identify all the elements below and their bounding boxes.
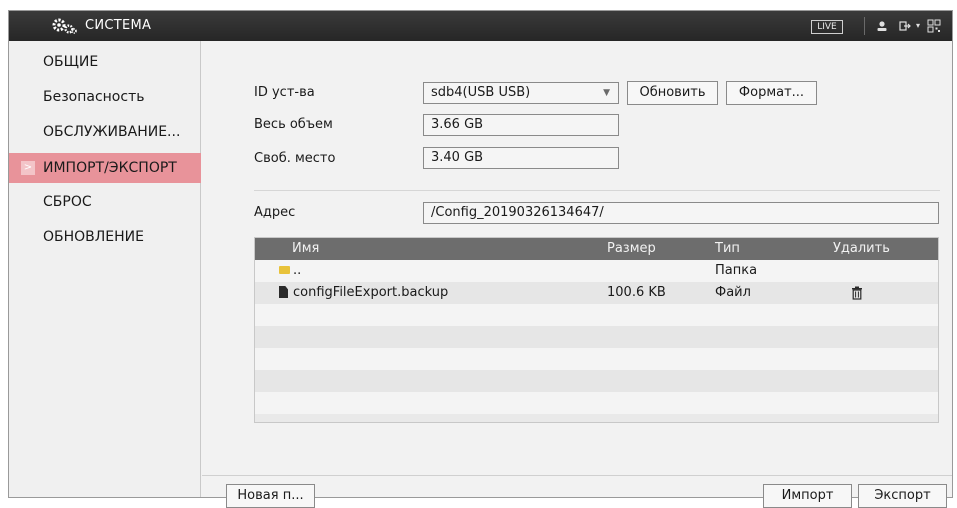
sidebar-item-security[interactable]: Безопасность xyxy=(9,82,201,112)
device-id-select[interactable]: sdb4(USB USB) ▼ xyxy=(423,82,619,104)
live-button[interactable]: LIVE xyxy=(811,20,843,34)
sidebar-item-import-export[interactable]: > ИМПОРТ/ЭКСПОРТ xyxy=(9,153,201,183)
sidebar-item-update[interactable]: ОБНОВЛЕНИЕ xyxy=(9,222,201,252)
row-name: configFileExport.backup xyxy=(293,285,449,300)
qr-code-icon[interactable] xyxy=(927,19,941,33)
logout-icon[interactable] xyxy=(898,19,912,33)
table-row xyxy=(255,392,938,414)
table-row[interactable]: configFileExport.backup 100.6 KB Файл xyxy=(255,282,938,304)
sidebar-item-label: ИМПОРТ/ЭКСПОРТ xyxy=(43,160,177,176)
sidebar-item-reset[interactable]: СБРОС xyxy=(9,187,201,217)
table-row xyxy=(255,326,938,348)
sidebar-item-label: Безопасность xyxy=(43,89,145,105)
free-space-field: 3.40 GB xyxy=(423,147,619,169)
total-capacity-field: 3.66 GB xyxy=(423,114,619,136)
column-header-name[interactable]: Имя xyxy=(292,241,319,256)
address-label: Адрес xyxy=(254,205,296,220)
sidebar-item-label: ОБСЛУЖИВАНИЕ... xyxy=(43,124,181,140)
export-button[interactable]: Экспорт xyxy=(858,484,947,508)
chevron-down-icon[interactable]: ▾ xyxy=(911,19,925,33)
user-icon[interactable] xyxy=(875,19,889,33)
footer-divider xyxy=(202,475,952,476)
system-window: СИСТЕМА LIVE ▾ ОБЩИЕ Безопасность ОБСЛУЖ… xyxy=(8,10,953,508)
sidebar-item-label: ОБЩИЕ xyxy=(43,54,99,70)
device-id-value: sdb4(USB USB) xyxy=(431,85,531,100)
table-row xyxy=(255,348,938,370)
table-row[interactable]: .. Папка xyxy=(255,260,938,282)
row-type: Папка xyxy=(715,263,758,278)
total-capacity-label: Весь объем xyxy=(254,117,333,132)
sidebar-item-label: ОБНОВЛЕНИЕ xyxy=(43,229,144,245)
sidebar-item-maintenance[interactable]: ОБСЛУЖИВАНИЕ... xyxy=(9,117,201,147)
file-table: Имя Размер Тип Удалить .. Папка configFi… xyxy=(254,237,939,423)
table-row xyxy=(255,370,938,392)
chevron-right-icon: > xyxy=(21,161,35,175)
window-title: СИСТЕМА xyxy=(85,18,152,33)
section-divider xyxy=(254,190,940,191)
column-header-type[interactable]: Тип xyxy=(715,241,740,256)
format-button[interactable]: Формат... xyxy=(726,81,817,105)
device-id-label: ID уст-ва xyxy=(254,85,315,100)
address-field[interactable]: /Config_20190326134647/ xyxy=(423,202,939,224)
sidebar-item-label: СБРОС xyxy=(43,194,92,210)
sidebar: ОБЩИЕ Безопасность ОБСЛУЖИВАНИЕ... > ИМП… xyxy=(9,41,201,497)
new-folder-button[interactable]: Новая п... xyxy=(226,484,315,508)
column-header-delete[interactable]: Удалить xyxy=(833,241,890,256)
gear-cluster-icon xyxy=(52,18,77,34)
folder-icon xyxy=(279,266,290,274)
file-icon xyxy=(279,286,288,298)
sidebar-item-general[interactable]: ОБЩИЕ xyxy=(9,47,201,77)
dropdown-arrow-icon: ▼ xyxy=(603,88,610,98)
title-bar: СИСТЕМА LIVE ▾ xyxy=(9,11,952,41)
table-row xyxy=(255,304,938,326)
row-name: .. xyxy=(293,263,302,278)
row-type: Файл xyxy=(715,285,751,300)
main-panel: ID уст-ва sdb4(USB USB) ▼ Обновить Форма… xyxy=(202,41,952,508)
trash-icon[interactable] xyxy=(851,286,863,300)
column-header-size[interactable]: Размер xyxy=(607,241,656,256)
table-header: Имя Размер Тип Удалить xyxy=(255,238,938,260)
refresh-button[interactable]: Обновить xyxy=(627,81,718,105)
free-space-label: Своб. место xyxy=(254,151,336,166)
row-size: 100.6 KB xyxy=(607,285,666,300)
titlebar-divider xyxy=(864,17,865,35)
import-button[interactable]: Импорт xyxy=(763,484,852,508)
